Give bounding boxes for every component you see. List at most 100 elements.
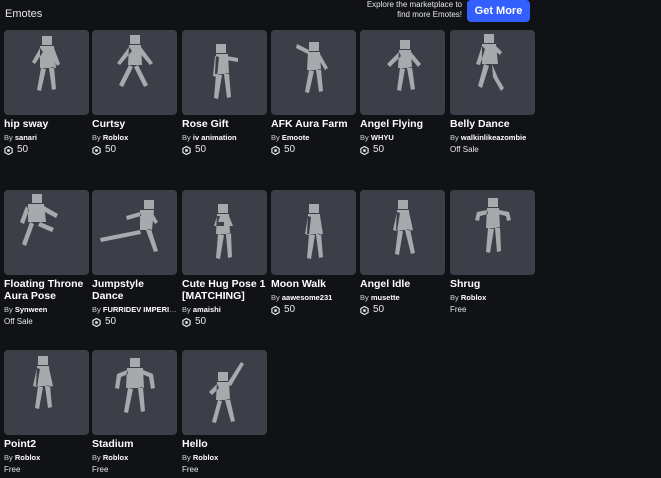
creator-name[interactable]: FURRIDEV IMPERIL... — [103, 305, 177, 314]
emote-price: Off Sale — [450, 144, 535, 156]
by-label: By — [360, 293, 369, 302]
by-label: By — [4, 453, 13, 462]
emote-card[interactable]: Angel Idle By musette 50 — [360, 190, 445, 316]
by-label: By — [271, 293, 280, 302]
get-more-button[interactable]: Get More — [467, 0, 530, 22]
creator-name[interactable]: Synween — [15, 305, 48, 314]
emote-price: 50 — [360, 144, 445, 156]
emote-card[interactable]: Shrug By Roblox Free — [450, 190, 535, 316]
by-label: By — [450, 133, 459, 142]
emote-card[interactable]: Angel Flying By WHYU 50 — [360, 30, 445, 156]
creator-name[interactable]: Roblox — [103, 133, 128, 142]
emote-thumbnail[interactable] — [450, 30, 535, 115]
price-value: Free — [182, 465, 199, 474]
creator-name[interactable]: iv animation — [193, 133, 237, 142]
emote-thumbnail[interactable] — [92, 350, 177, 435]
creator-name[interactable]: Roblox — [193, 453, 218, 462]
price-value: 50 — [17, 144, 29, 155]
creator-name[interactable]: Roblox — [461, 293, 486, 302]
by-label: By — [182, 133, 191, 142]
emote-thumbnail[interactable] — [360, 190, 445, 275]
emote-card[interactable]: Belly Dance By walkinlikeazombie Off Sale — [450, 30, 535, 156]
emote-creator: By aawesome231 — [271, 293, 356, 302]
emote-thumbnail[interactable] — [4, 350, 89, 435]
emote-thumbnail[interactable] — [4, 190, 89, 275]
emotes-header: Emotes Explore the marketplace to find m… — [0, 0, 661, 26]
emote-card[interactable]: Point2 By Roblox Free — [4, 350, 89, 476]
emote-price: Free — [92, 464, 177, 476]
emote-thumbnail[interactable] — [182, 190, 267, 275]
emote-thumbnail[interactable] — [450, 190, 535, 275]
robux-icon — [182, 145, 191, 155]
emote-price: 50 — [4, 144, 89, 156]
creator-name[interactable]: Roblox — [15, 453, 40, 462]
avatar-pose-icon — [476, 34, 504, 91]
by-label: By — [271, 133, 280, 142]
emote-price: 50 — [182, 316, 267, 328]
by-label: By — [450, 293, 459, 302]
robux-icon — [271, 145, 280, 155]
emote-thumbnail[interactable] — [92, 190, 177, 275]
creator-name[interactable]: sanari — [15, 133, 37, 142]
emote-thumbnail[interactable] — [271, 190, 356, 275]
emote-name: Floating Throne Aura Pose — [4, 278, 84, 302]
emote-card[interactable]: Hello By Roblox Free — [182, 350, 267, 476]
avatar-pose-icon — [209, 362, 244, 423]
robux-icon — [4, 145, 13, 155]
creator-name[interactable]: musette — [371, 293, 400, 302]
creator-name[interactable]: Roblox — [103, 453, 128, 462]
emote-price: 50 — [271, 144, 356, 156]
emote-thumbnail[interactable] — [182, 350, 267, 435]
avatar-pose-icon — [475, 198, 511, 253]
emote-card[interactable]: Floating Throne Aura Pose By Synween Off S… — [4, 190, 89, 328]
robux-icon — [92, 317, 101, 327]
price-value: Off Sale — [4, 317, 33, 326]
price-value: 50 — [105, 144, 117, 155]
emote-card[interactable]: Stadium By Roblox Free — [92, 350, 177, 476]
emote-price: Free — [4, 464, 89, 476]
emote-price: 50 — [182, 144, 267, 156]
emote-card[interactable]: Rose Gift By iv animation 50 — [182, 30, 267, 156]
emote-card[interactable]: Curtsy By Roblox 50 — [92, 30, 177, 156]
creator-name[interactable]: Emoote — [282, 133, 310, 142]
marketplace-promo-text: Explore the marketplace to find more Emo… — [366, 0, 462, 19]
price-value: 50 — [373, 144, 385, 155]
by-label: By — [92, 133, 101, 142]
emote-name: Stadium — [92, 438, 134, 450]
emote-card[interactable]: AFK Aura Farm By Emoote 50 — [271, 30, 356, 156]
emote-thumbnail[interactable] — [182, 30, 267, 115]
emote-name: Angel Flying — [360, 118, 423, 130]
emote-creator: By Roblox — [4, 453, 89, 462]
emote-thumbnail[interactable] — [360, 30, 445, 115]
creator-name[interactable]: amaishi — [193, 305, 221, 314]
robux-icon — [360, 145, 369, 155]
avatar-pose-icon — [213, 44, 238, 99]
emote-name: Belly Dance — [450, 118, 510, 130]
avatar-pose-icon — [296, 42, 328, 93]
emote-price: Off Sale — [4, 316, 89, 328]
avatar-pose-icon — [115, 358, 155, 413]
emote-card[interactable]: Moon Walk By aawesome231 50 — [271, 190, 356, 316]
emote-thumbnail[interactable] — [4, 30, 89, 115]
avatar-pose-icon — [387, 40, 421, 91]
price-value: 50 — [284, 144, 296, 155]
emote-price: Free — [182, 464, 267, 476]
emote-card[interactable]: hip sway By sanari 50 — [4, 30, 89, 156]
emote-price: 50 — [92, 316, 177, 328]
emote-creator: By FURRIDEV IMPERIL... — [92, 305, 177, 314]
emote-thumbnail[interactable] — [271, 30, 356, 115]
emote-card[interactable]: Jumpstyle Dance By FURRIDEV IMPERIL... 50 — [92, 190, 177, 328]
emote-creator: By walkinlikeazombie — [450, 133, 535, 142]
emote-price: Free — [450, 304, 535, 316]
avatar-pose-icon — [20, 194, 58, 246]
section-title: Emotes — [5, 8, 43, 20]
creator-name[interactable]: aawesome231 — [282, 293, 332, 302]
avatar-pose-icon — [32, 36, 60, 91]
avatar-pose-icon — [117, 35, 153, 87]
creator-name[interactable]: walkinlikeazombie — [461, 133, 526, 142]
creator-name[interactable]: WHYU — [371, 133, 394, 142]
emote-price: 50 — [360, 304, 445, 316]
by-label: By — [4, 305, 13, 314]
emote-card[interactable]: Cute Hug Pose 1 [MATCHING] By amaishi 50 — [182, 190, 267, 328]
emote-thumbnail[interactable] — [92, 30, 177, 115]
